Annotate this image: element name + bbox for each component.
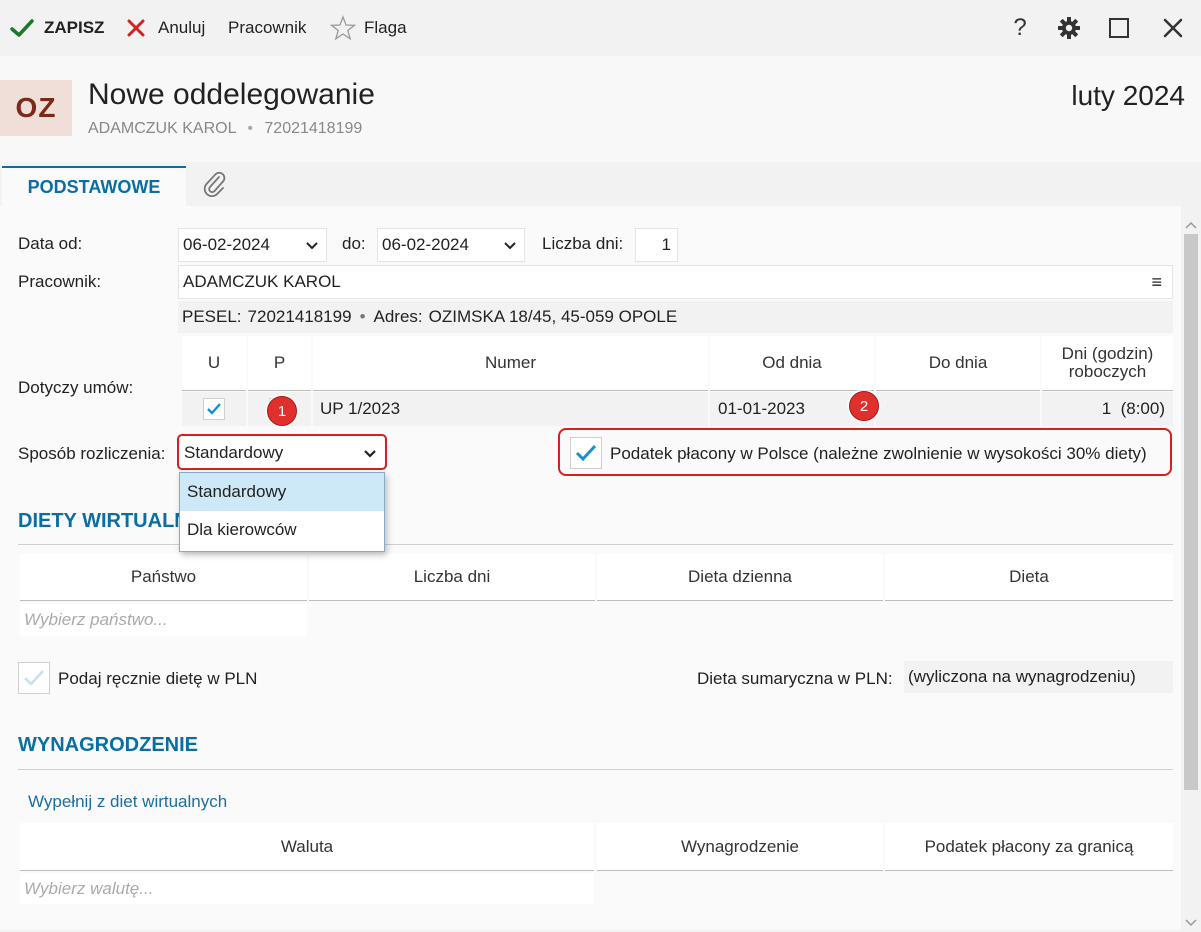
col-header-diet[interactable]: Dieta xyxy=(885,554,1173,601)
salary-section-title: WYNAGRODZENIE xyxy=(18,734,198,756)
employee-label: Pracownik xyxy=(228,18,307,37)
diet-summary-label: Dieta sumaryczna w PLN: xyxy=(697,669,893,688)
page-subtitle: ADAMCZUK KAROL • 72021418199 xyxy=(88,120,362,138)
close-button[interactable] xyxy=(1157,12,1189,44)
gear-icon xyxy=(1057,16,1081,40)
cell-to xyxy=(876,392,1040,426)
settlement-dropdown: Standardowy Dla kierowców xyxy=(179,472,385,552)
maximize-icon xyxy=(1109,18,1129,38)
contracts-label: Dotyczy umów: xyxy=(18,378,134,397)
date-to-value: 06-02-2024 xyxy=(382,235,469,254)
col-header-to[interactable]: Do dnia xyxy=(876,336,1040,391)
col-header-workdays[interactable]: Dni (godzin) roboczych xyxy=(1042,336,1173,391)
flag-button[interactable]: Flaga xyxy=(330,14,407,42)
manual-diet-label[interactable]: Podaj ręcznie dietę w PLN xyxy=(58,669,257,689)
country-input[interactable]: Wybierz państwo... xyxy=(20,604,307,636)
tab-bar: PODSTAWOWE xyxy=(0,162,1201,206)
col-header-foreign-tax[interactable]: Podatek płacony za granicą xyxy=(885,823,1173,871)
subtitle-pesel: 72021418199 xyxy=(264,120,363,137)
subtitle-separator: • xyxy=(247,120,253,137)
date-from-input[interactable]: 06-02-2024 xyxy=(178,228,327,262)
help-icon: ? xyxy=(1013,14,1027,41)
paperclip-icon xyxy=(201,170,227,198)
dropdown-option-drivers[interactable]: Dla kierowców xyxy=(180,511,384,549)
close-icon xyxy=(1162,17,1184,39)
date-to-label: do: xyxy=(342,234,366,253)
tab-basic[interactable]: PODSTAWOWE xyxy=(2,166,186,206)
cancel-button[interactable]: Anuluj xyxy=(126,14,205,42)
save-button[interactable]: ZAPISZ xyxy=(10,14,104,42)
cell-number: UP 1/2023 xyxy=(313,392,708,426)
chevron-down-icon xyxy=(306,235,318,255)
annotation-badge-1: 1 xyxy=(267,396,297,426)
check-icon xyxy=(10,18,34,38)
col-header-number[interactable]: Numer xyxy=(313,336,708,391)
star-icon xyxy=(330,15,356,41)
flag-label: Flaga xyxy=(364,18,407,37)
col-header-u[interactable]: U xyxy=(182,336,246,391)
date-to-input[interactable]: 06-02-2024 xyxy=(377,228,525,262)
days-input[interactable]: 1 xyxy=(635,228,678,262)
toolbar: ZAPISZ Anuluj Pracownik Flaga ? xyxy=(0,0,1201,56)
vertical-scrollbar[interactable] xyxy=(1181,206,1201,930)
maximize-button[interactable] xyxy=(1103,12,1135,44)
currency-input[interactable]: Wybierz walutę... xyxy=(20,873,594,904)
scroll-thumb[interactable] xyxy=(1184,234,1198,790)
manual-diet-checkbox[interactable] xyxy=(18,662,50,694)
fill-from-diets-link[interactable]: Wypełnij z diet wirtualnych xyxy=(28,792,227,812)
diet-summary-value: (wyliczona na wynagrodzeniu) xyxy=(904,661,1173,693)
dropdown-option-standard[interactable]: Standardowy xyxy=(180,473,384,511)
subtitle-employee: ADAMCZUK KAROL xyxy=(88,120,236,137)
close-red-icon xyxy=(126,18,146,38)
address-value: OZIMSKA 18/45, 45-059 OPOLE xyxy=(428,307,678,326)
col-header-country[interactable]: Państwo xyxy=(20,554,307,601)
settings-button[interactable] xyxy=(1053,12,1085,44)
date-from-value: 06-02-2024 xyxy=(183,235,270,254)
col-header-currency[interactable]: Waluta xyxy=(20,823,594,871)
salary-divider xyxy=(18,769,1173,770)
pesel-label: PESEL: xyxy=(182,307,242,326)
address-separator: • xyxy=(359,307,366,326)
address-label: Adres: xyxy=(373,307,423,326)
page-title: Nowe oddelegowanie xyxy=(88,78,375,111)
cell-workdays: 1 (8:00) xyxy=(1042,392,1173,426)
days-label: Liczba dni: xyxy=(542,234,624,253)
country-placeholder: Wybierz państwo... xyxy=(24,610,168,629)
col-header-daily-diet[interactable]: Dieta dzienna xyxy=(597,554,883,601)
scroll-down-icon[interactable] xyxy=(1185,912,1197,932)
employee-input[interactable]: ADAMCZUK KAROL ≡ xyxy=(178,265,1173,299)
cell-u[interactable] xyxy=(182,392,246,426)
highlight-tax-poland xyxy=(558,428,1172,476)
col-header-from[interactable]: Od dnia xyxy=(710,336,874,391)
menu-icon[interactable]: ≡ xyxy=(1151,272,1162,293)
employee-details: PESEL: 72021418199 • Adres: OZIMSKA 18/4… xyxy=(178,301,1173,333)
cancel-label: Anuluj xyxy=(158,18,206,37)
pesel-value: 72021418199 xyxy=(247,307,352,326)
help-button[interactable]: ? xyxy=(1004,12,1036,44)
save-label: ZAPISZ xyxy=(44,18,105,37)
document-header: OZ Nowe oddelegowanie ADAMCZUK KAROL • 7… xyxy=(0,56,1201,162)
employee-field-label: Pracownik: xyxy=(18,272,102,291)
chevron-down-icon xyxy=(504,235,516,255)
diets-section-title: DIETY WIRTUALNE xyxy=(18,510,203,532)
form-content: Data od: 06-02-2024 do: 06-02-2024 Liczb… xyxy=(0,206,1181,930)
scroll-up-icon[interactable] xyxy=(1185,214,1197,234)
annotation-badge-2: 2 xyxy=(849,391,879,421)
tab-attachments[interactable] xyxy=(198,168,230,200)
col-header-days[interactable]: Liczba dni xyxy=(309,554,595,601)
u-checkbox[interactable] xyxy=(203,398,225,420)
employee-button[interactable]: Pracownik xyxy=(228,14,306,42)
highlight-settlement xyxy=(177,434,387,470)
employee-value: ADAMCZUK KAROL xyxy=(183,272,341,291)
col-header-salary[interactable]: Wynagrodzenie xyxy=(597,823,883,871)
date-from-label: Data od: xyxy=(18,234,83,253)
document-avatar: OZ xyxy=(0,80,72,136)
period-label: luty 2024 xyxy=(1071,80,1185,111)
currency-placeholder: Wybierz walutę... xyxy=(24,878,154,898)
settlement-label: Sposób rozliczenia: xyxy=(18,444,166,463)
col-header-p[interactable]: P xyxy=(248,336,311,391)
